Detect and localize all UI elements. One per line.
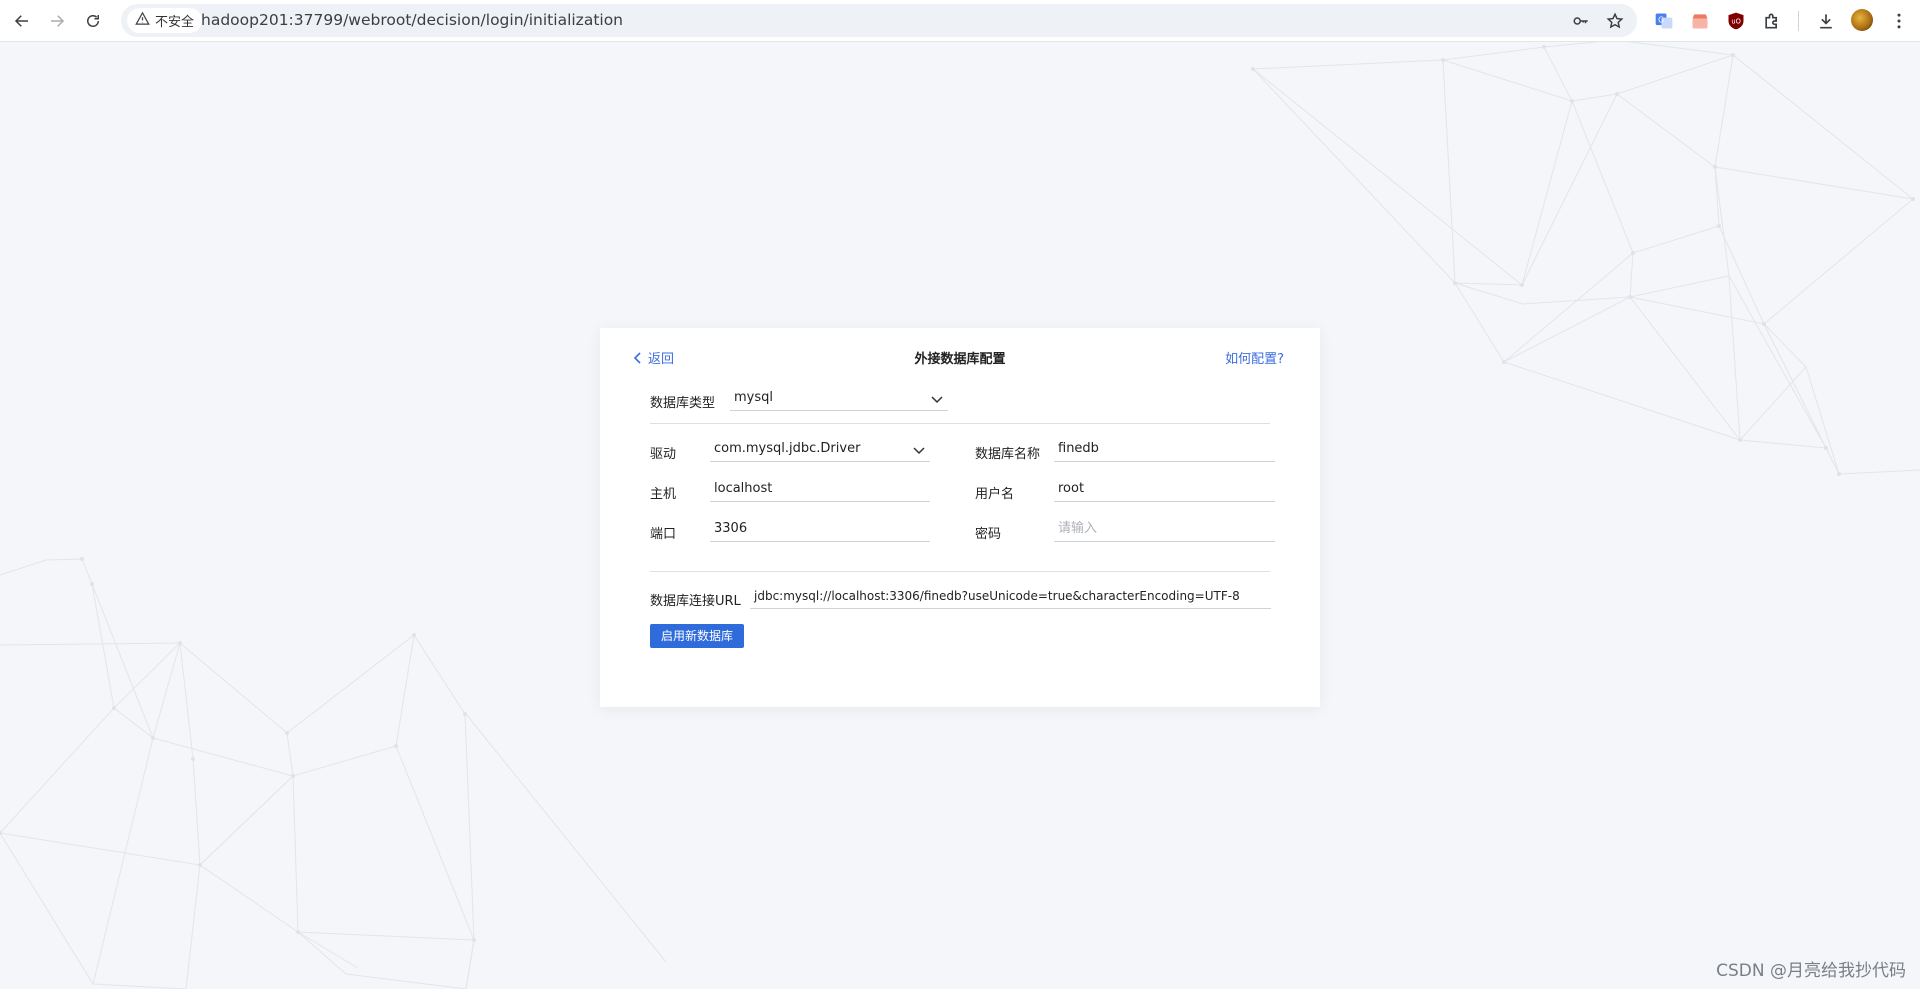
db-type-value: mysql xyxy=(734,390,773,405)
help-link[interactable]: 如何配置? xyxy=(1225,348,1284,367)
profile-avatar[interactable] xyxy=(1851,9,1873,31)
driver-select[interactable]: com.mysql.jdbc.Driver xyxy=(710,438,930,462)
db-name-label: 数据库名称 xyxy=(975,447,1041,462)
db-type-select[interactable]: mysql xyxy=(730,387,948,411)
download-icon[interactable] xyxy=(1814,9,1838,33)
host-label: 主机 xyxy=(650,487,677,502)
enable-database-button[interactable]: 启用新数据库 xyxy=(650,624,744,648)
db-name-input[interactable]: finedb xyxy=(1054,438,1275,462)
toolbar-separator xyxy=(1798,11,1799,31)
browser-toolbar: 不安全 hadoop201:37799/webroot/decision/log… xyxy=(0,0,1920,42)
section-divider xyxy=(650,571,1270,572)
bookmark-star-icon[interactable] xyxy=(1604,10,1626,32)
ublock-icon[interactable]: uO xyxy=(1724,9,1748,33)
warning-triangle-icon xyxy=(135,11,150,30)
back-arrow-icon[interactable] xyxy=(8,7,36,35)
address-bar[interactable]: 不安全 hadoop201:37799/webroot/decision/log… xyxy=(121,4,1637,37)
security-indicator[interactable]: 不安全 xyxy=(127,8,203,33)
password-label: 密码 xyxy=(975,527,1002,542)
database-config-dialog: 返回 外接数据库配置 如何配置? 数据库类型 mysql 驱动 com.mysq… xyxy=(600,328,1320,707)
forward-arrow-icon[interactable] xyxy=(43,7,71,35)
watermark: CSDN @月亮给我抄代码 xyxy=(1716,961,1906,981)
url-text[interactable]: hadoop201:37799/webroot/decision/login/i… xyxy=(201,4,623,37)
chevron-down-icon xyxy=(931,396,943,404)
driver-label: 驱动 xyxy=(650,447,677,462)
username-label: 用户名 xyxy=(975,487,1015,502)
section-divider xyxy=(650,423,1270,424)
security-label: 不安全 xyxy=(155,15,195,30)
puzzle-extensions-icon[interactable] xyxy=(1760,9,1784,33)
store-icon[interactable] xyxy=(1688,9,1712,33)
port-input[interactable]: 3306 xyxy=(710,518,930,542)
reload-icon[interactable] xyxy=(79,7,107,35)
password-key-icon[interactable] xyxy=(1570,10,1592,32)
driver-value: com.mysql.jdbc.Driver xyxy=(714,441,861,456)
url-label: 数据库连接URL xyxy=(650,594,741,609)
dialog-title: 外接数据库配置 xyxy=(914,352,1006,367)
chevron-down-icon xyxy=(913,447,925,455)
db-type-label: 数据库类型 xyxy=(650,396,716,411)
host-input[interactable]: localhost xyxy=(710,478,930,502)
port-label: 端口 xyxy=(650,527,677,542)
connection-url-input[interactable]: jdbc:mysql://localhost:3306/finedb?useUn… xyxy=(750,585,1271,609)
password-input[interactable]: 请输入 xyxy=(1054,518,1275,542)
username-input[interactable]: root xyxy=(1054,478,1275,502)
svg-text:G: G xyxy=(1658,16,1664,25)
svg-text:uO: uO xyxy=(1731,18,1740,26)
google-translate-icon[interactable]: G xyxy=(1652,9,1676,33)
kebab-menu-icon[interactable] xyxy=(1887,9,1911,33)
